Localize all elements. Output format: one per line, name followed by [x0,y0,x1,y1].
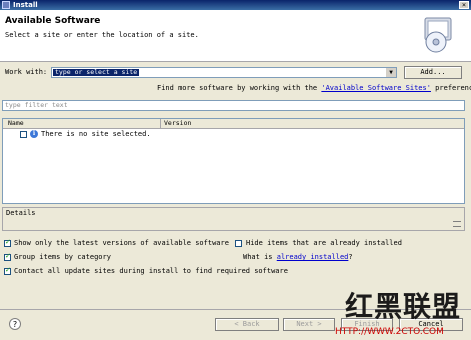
hide-installed-option[interactable]: Hide items that are already installed [235,239,435,248]
find-more-suffix: preferences. [435,84,471,92]
row-name: There is no site selected. [41,130,151,138]
hide-installed-label: Hide items that are already installed [246,239,402,247]
details-label: Details [6,209,36,217]
work-with-value[interactable]: type or select a site [53,69,140,76]
contact-all-label: Contact all update sites during install … [14,267,288,275]
show-latest-checkbox[interactable] [4,239,11,247]
already-installed-link[interactable]: already installed [277,253,349,261]
info-icon: i [30,130,38,138]
back-button[interactable]: < Back [215,318,279,331]
work-with-combo[interactable]: type or select a site ▼ [51,67,397,78]
show-latest-label: Show only the latest versions of availab… [14,239,229,247]
chevron-down-icon[interactable]: ▼ [385,68,396,77]
hide-installed-checkbox[interactable] [235,240,242,247]
table-row[interactable]: i There is no site selected. [20,130,220,139]
available-sites-link[interactable]: 'Available Software Sites' [321,84,431,92]
watermark-url: HTTP://WWW.2CTO.COM [335,327,444,337]
add-button[interactable]: Add... [404,66,462,79]
wizard-header: Available Software Select a site or ente… [0,10,471,62]
window-title: Install [13,1,38,9]
table-header: Name Version [3,119,464,129]
watermark-logo: 红黑联盟 [345,290,462,323]
details-panel: Details [2,207,465,231]
page-title: Available Software [5,16,101,26]
close-icon[interactable]: × [459,1,469,9]
row-checkbox[interactable] [20,131,27,138]
column-version[interactable]: Version [164,119,191,128]
group-by-category-option[interactable]: Group items by category [4,253,154,262]
details-resize-handle[interactable] [453,221,461,227]
help-icon[interactable]: ? [9,318,21,330]
software-cd-icon [424,17,452,53]
column-divider[interactable] [160,119,161,128]
eclipse-install-icon [2,1,10,9]
work-with-label: Work with: [5,68,48,76]
group-by-category-checkbox[interactable] [4,253,11,261]
what-is-installed-text: What is already installed? [243,253,353,262]
what-is-suffix: ? [348,253,353,261]
software-tree[interactable]: Name Version i There is no site selected… [2,118,465,204]
filter-input[interactable]: type filter text [2,100,465,111]
contact-all-checkbox[interactable] [4,267,11,275]
find-more-prefix: Find more software by working with the [157,84,318,92]
page-subtitle: Select a site or enter the location of a… [5,31,199,39]
what-is-prefix: What is [243,253,273,261]
column-name[interactable]: Name [8,119,24,128]
show-latest-option[interactable]: Show only the latest versions of availab… [4,239,229,248]
contact-all-option[interactable]: Contact all update sites during install … [4,267,304,276]
find-more-text: Find more software by working with the '… [157,84,471,92]
group-by-category-label: Group items by category [14,253,111,261]
title-bar: Install × [0,0,471,10]
next-button[interactable]: Next > [283,318,335,331]
